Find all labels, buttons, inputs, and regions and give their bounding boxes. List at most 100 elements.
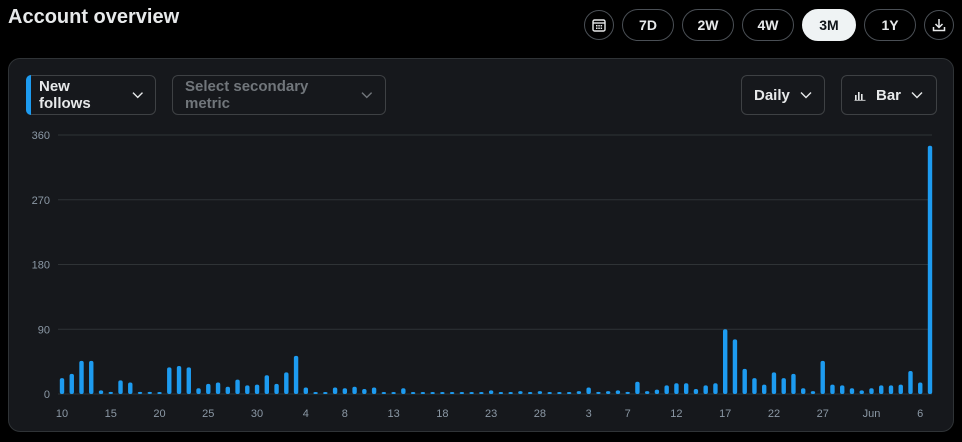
x-tick-label: 10 <box>56 408 68 420</box>
x-tick-label: 13 <box>387 408 399 420</box>
bar[interactable] <box>732 339 738 394</box>
bar[interactable] <box>927 145 933 394</box>
bar[interactable] <box>381 392 387 394</box>
bar[interactable] <box>430 392 435 394</box>
bar[interactable] <box>644 391 650 394</box>
bar[interactable] <box>742 368 747 394</box>
bar[interactable] <box>323 392 328 394</box>
bar[interactable] <box>352 386 357 394</box>
bar[interactable] <box>918 382 923 394</box>
x-tick-label: 3 <box>586 408 592 420</box>
bar[interactable] <box>274 383 279 394</box>
bar[interactable] <box>371 387 377 394</box>
bar[interactable] <box>693 388 699 394</box>
bar[interactable] <box>576 391 582 394</box>
bar[interactable] <box>157 392 162 394</box>
bar[interactable] <box>235 379 240 394</box>
bar[interactable] <box>801 388 806 394</box>
bar[interactable] <box>59 378 65 394</box>
bar[interactable] <box>410 392 416 394</box>
new-follows-bar-chart: 0 90 180 270 360 10 15 20 25 30 4 8 13 18 23 28 3 7 12 17 22… <box>32 130 933 420</box>
bar[interactable] <box>420 392 426 394</box>
bar[interactable] <box>225 386 230 394</box>
bar[interactable] <box>810 391 816 394</box>
bar[interactable] <box>898 384 903 394</box>
bar[interactable] <box>596 391 601 394</box>
bar[interactable] <box>469 392 474 394</box>
bar[interactable] <box>118 380 123 394</box>
bar[interactable] <box>537 391 543 394</box>
bar[interactable] <box>167 367 172 394</box>
bar[interactable] <box>557 392 562 394</box>
bar[interactable] <box>449 392 455 394</box>
bar[interactable] <box>566 392 572 394</box>
bar[interactable] <box>254 384 260 394</box>
bar[interactable] <box>391 392 396 394</box>
bar[interactable] <box>713 383 718 394</box>
bar[interactable] <box>605 391 611 394</box>
bar[interactable] <box>147 391 152 394</box>
bar[interactable] <box>313 392 318 394</box>
bar[interactable] <box>215 382 221 394</box>
bar[interactable] <box>459 392 465 394</box>
bar[interactable] <box>625 391 630 394</box>
x-tick-label: 17 <box>719 408 731 420</box>
bar[interactable] <box>264 375 270 394</box>
bar[interactable] <box>108 391 113 394</box>
bar[interactable] <box>79 360 84 394</box>
bar[interactable] <box>245 385 250 394</box>
bar[interactable] <box>401 388 406 394</box>
bar[interactable] <box>362 388 367 394</box>
bar[interactable] <box>762 384 767 394</box>
bar[interactable] <box>635 381 640 394</box>
bar[interactable] <box>849 388 855 394</box>
bar[interactable] <box>771 372 777 394</box>
bar[interactable] <box>859 390 864 394</box>
bar[interactable] <box>791 373 796 394</box>
x-tick-label: Jun <box>863 408 881 420</box>
bar[interactable] <box>615 390 621 394</box>
bar[interactable] <box>683 383 689 394</box>
bar[interactable] <box>128 382 133 394</box>
bar[interactable] <box>830 384 835 394</box>
bar[interactable] <box>137 391 143 394</box>
x-tick-label: 6 <box>917 408 923 420</box>
bar[interactable] <box>820 360 825 394</box>
bar[interactable] <box>518 391 523 394</box>
bar[interactable] <box>186 367 191 394</box>
bar[interactable] <box>293 355 299 394</box>
bar[interactable] <box>781 378 786 394</box>
bar[interactable] <box>654 389 660 394</box>
bar[interactable] <box>479 392 484 394</box>
bar[interactable] <box>342 388 348 394</box>
bar[interactable] <box>888 385 894 394</box>
y-tick-label: 180 <box>32 260 50 272</box>
bar[interactable] <box>586 387 591 394</box>
bar[interactable] <box>176 365 182 394</box>
bar[interactable] <box>664 385 669 394</box>
bar[interactable] <box>284 372 289 394</box>
bar[interactable] <box>703 385 708 394</box>
bar[interactable] <box>440 392 445 394</box>
bar[interactable] <box>89 360 94 394</box>
bar[interactable] <box>840 385 845 394</box>
bar[interactable] <box>332 387 338 394</box>
bar[interactable] <box>508 392 513 394</box>
bar[interactable] <box>206 383 211 394</box>
bar[interactable] <box>674 383 679 394</box>
bar[interactable] <box>498 392 504 394</box>
bar[interactable] <box>196 388 201 394</box>
bar[interactable] <box>547 392 552 394</box>
bar[interactable] <box>722 329 728 394</box>
bar[interactable] <box>752 378 757 394</box>
bar[interactable] <box>69 373 74 394</box>
x-tick-label: 15 <box>105 408 117 420</box>
bar[interactable] <box>879 385 884 394</box>
bar[interactable] <box>488 390 494 394</box>
bar[interactable] <box>303 387 309 394</box>
bar[interactable] <box>527 392 533 394</box>
bar[interactable] <box>908 370 913 394</box>
bar[interactable] <box>869 388 874 394</box>
x-tick-label: 7 <box>625 408 631 420</box>
bar[interactable] <box>98 390 104 394</box>
